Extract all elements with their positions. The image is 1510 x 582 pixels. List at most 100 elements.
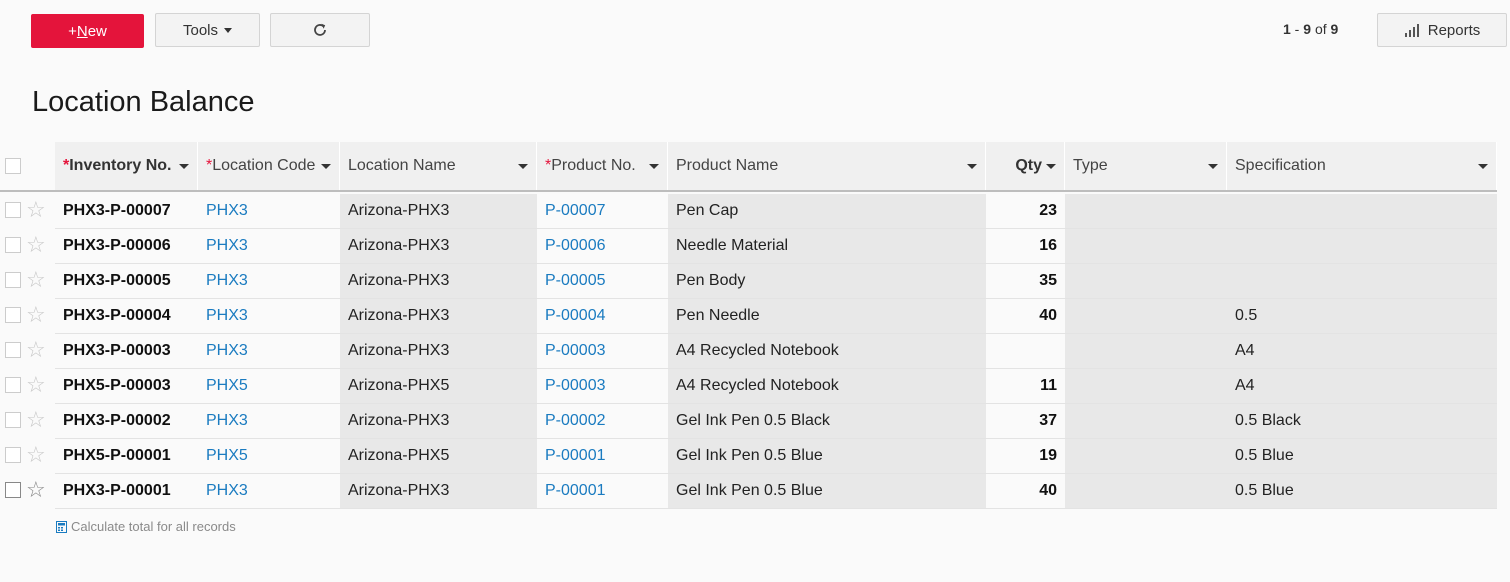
star-icon[interactable]: ☆: [26, 269, 46, 291]
row-checkbox[interactable]: [5, 482, 21, 498]
cell-location-code[interactable]: PHX3: [198, 194, 340, 229]
cell-location-code[interactable]: PHX3: [198, 299, 340, 334]
cell-location-code[interactable]: PHX3: [198, 229, 340, 264]
row-checkbox[interactable]: [5, 237, 21, 253]
dropdown-arrow-icon[interactable]: [321, 164, 331, 169]
paging-to: 9: [1303, 21, 1312, 37]
cell-location-name: Arizona-PHX3: [340, 474, 537, 509]
tools-button[interactable]: Tools: [155, 13, 260, 47]
dropdown-arrow-icon[interactable]: [649, 164, 659, 169]
cell-product-no[interactable]: P-00002: [537, 404, 668, 439]
star-icon[interactable]: ☆: [26, 304, 46, 326]
table-row[interactable]: ☆ PHX3-P-00001 PHX3 Arizona-PHX3 P-00001…: [0, 474, 1497, 509]
row-checkbox[interactable]: [5, 377, 21, 393]
cell-product-no[interactable]: P-00006: [537, 229, 668, 264]
cell-product-name: Needle Material: [668, 229, 986, 264]
cell-product-no[interactable]: P-00003: [537, 334, 668, 369]
cell-location-code[interactable]: PHX3: [198, 474, 340, 509]
cell-type: [1065, 229, 1227, 264]
column-header-location-code[interactable]: * Location Code: [198, 142, 340, 190]
dropdown-arrow-icon[interactable]: [1046, 164, 1056, 169]
cell-product-no[interactable]: P-00004: [537, 299, 668, 334]
table-row[interactable]: ☆ PHX5-P-00001 PHX5 Arizona-PHX5 P-00001…: [0, 439, 1497, 474]
column-header-location-name[interactable]: Location Name: [340, 142, 537, 190]
star-icon[interactable]: ☆: [26, 234, 46, 256]
reports-label: Reports: [1427, 21, 1481, 39]
cell-inventory-no[interactable]: PHX5-P-00001: [55, 439, 198, 474]
column-header-qty[interactable]: Qty: [986, 142, 1065, 190]
cell-location-code[interactable]: PHX3: [198, 264, 340, 299]
cell-qty: 35: [986, 264, 1065, 299]
cell-product-no[interactable]: P-00007: [537, 194, 668, 229]
row-checkbox[interactable]: [5, 447, 21, 463]
cell-product-name: Gel Ink Pen 0.5 Black: [668, 404, 986, 439]
star-icon[interactable]: ☆: [26, 479, 46, 501]
column-header-specification[interactable]: Specification: [1227, 142, 1497, 190]
row-checkbox[interactable]: [5, 412, 21, 428]
cell-inventory-no[interactable]: PHX3-P-00002: [55, 404, 198, 439]
row-checkbox[interactable]: [5, 342, 21, 358]
column-header-product-no[interactable]: * Product No.: [537, 142, 668, 190]
cell-inventory-no[interactable]: PHX3-P-00001: [55, 474, 198, 509]
table-row[interactable]: ☆ PHX3-P-00005 PHX3 Arizona-PHX3 P-00005…: [0, 264, 1497, 299]
column-header-inventory-no[interactable]: *Inventory No.: [55, 142, 198, 190]
cell-product-no[interactable]: P-00005: [537, 264, 668, 299]
table-row[interactable]: ☆ PHX3-P-00003 PHX3 Arizona-PHX3 P-00003…: [0, 334, 1497, 369]
cell-product-name: Gel Ink Pen 0.5 Blue: [668, 474, 986, 509]
select-all-checkbox[interactable]: [5, 158, 21, 174]
cell-type: [1065, 334, 1227, 369]
star-icon[interactable]: ☆: [26, 444, 46, 466]
cell-inventory-no[interactable]: PHX3-P-00003: [55, 334, 198, 369]
calculate-total-link[interactable]: Calculate total for all records: [56, 519, 236, 534]
cell-type: [1065, 474, 1227, 509]
cell-product-name: Pen Needle: [668, 299, 986, 334]
column-header-type[interactable]: Type: [1065, 142, 1227, 190]
star-icon[interactable]: ☆: [26, 409, 46, 431]
cell-product-no[interactable]: P-00003: [537, 369, 668, 404]
calculator-icon: [56, 520, 67, 533]
star-icon[interactable]: ☆: [26, 199, 46, 221]
refresh-button[interactable]: [270, 13, 370, 47]
dropdown-arrow-icon[interactable]: [518, 164, 528, 169]
cell-specification: [1227, 229, 1497, 264]
row-checkbox[interactable]: [5, 202, 21, 218]
table-row[interactable]: ☆ PHX5-P-00003 PHX5 Arizona-PHX5 P-00003…: [0, 369, 1497, 404]
tools-label: Tools: [182, 21, 219, 39]
new-button[interactable]: + New: [31, 14, 144, 48]
cell-inventory-no[interactable]: PHX3-P-00007: [55, 194, 198, 229]
cell-product-name: A4 Recycled Notebook: [668, 334, 986, 369]
dropdown-arrow-icon[interactable]: [1478, 164, 1488, 169]
dropdown-arrow-icon[interactable]: [1208, 164, 1218, 169]
new-prefix: +: [68, 22, 77, 40]
column-header-product-name[interactable]: Product Name: [668, 142, 986, 190]
table-row[interactable]: ☆ PHX3-P-00004 PHX3 Arizona-PHX3 P-00004…: [0, 299, 1497, 334]
cell-qty: 37: [986, 404, 1065, 439]
cell-location-name: Arizona-PHX5: [340, 369, 537, 404]
reports-button[interactable]: Reports: [1377, 13, 1507, 47]
grid-header: *Inventory No. * Location Code Location N…: [0, 142, 1497, 192]
column-label: Product Name: [676, 157, 779, 174]
cell-inventory-no[interactable]: PHX5-P-00003: [55, 369, 198, 404]
row-checkbox[interactable]: [5, 307, 21, 323]
dropdown-arrow-icon[interactable]: [967, 164, 977, 169]
cell-inventory-no[interactable]: PHX3-P-00006: [55, 229, 198, 264]
column-label: Inventory No.: [69, 157, 172, 174]
star-icon[interactable]: ☆: [26, 339, 46, 361]
table-row[interactable]: ☆ PHX3-P-00002 PHX3 Arizona-PHX3 P-00002…: [0, 404, 1497, 439]
star-icon[interactable]: ☆: [26, 374, 46, 396]
cell-specification: 0.5 Blue: [1227, 439, 1497, 474]
cell-location-code[interactable]: PHX5: [198, 369, 340, 404]
calculate-total-label: Calculate total for all records: [71, 519, 236, 534]
cell-inventory-no[interactable]: PHX3-P-00004: [55, 299, 198, 334]
column-label: Location Code: [212, 157, 316, 174]
cell-inventory-no[interactable]: PHX3-P-00005: [55, 264, 198, 299]
row-checkbox[interactable]: [5, 272, 21, 288]
cell-location-code[interactable]: PHX3: [198, 334, 340, 369]
table-row[interactable]: ☆ PHX3-P-00006 PHX3 Arizona-PHX3 P-00006…: [0, 229, 1497, 264]
cell-location-code[interactable]: PHX5: [198, 439, 340, 474]
cell-product-no[interactable]: P-00001: [537, 439, 668, 474]
cell-product-no[interactable]: P-00001: [537, 474, 668, 509]
dropdown-arrow-icon[interactable]: [179, 164, 189, 169]
cell-location-code[interactable]: PHX3: [198, 404, 340, 439]
table-row[interactable]: ☆ PHX3-P-00007 PHX3 Arizona-PHX3 P-00007…: [0, 194, 1497, 229]
